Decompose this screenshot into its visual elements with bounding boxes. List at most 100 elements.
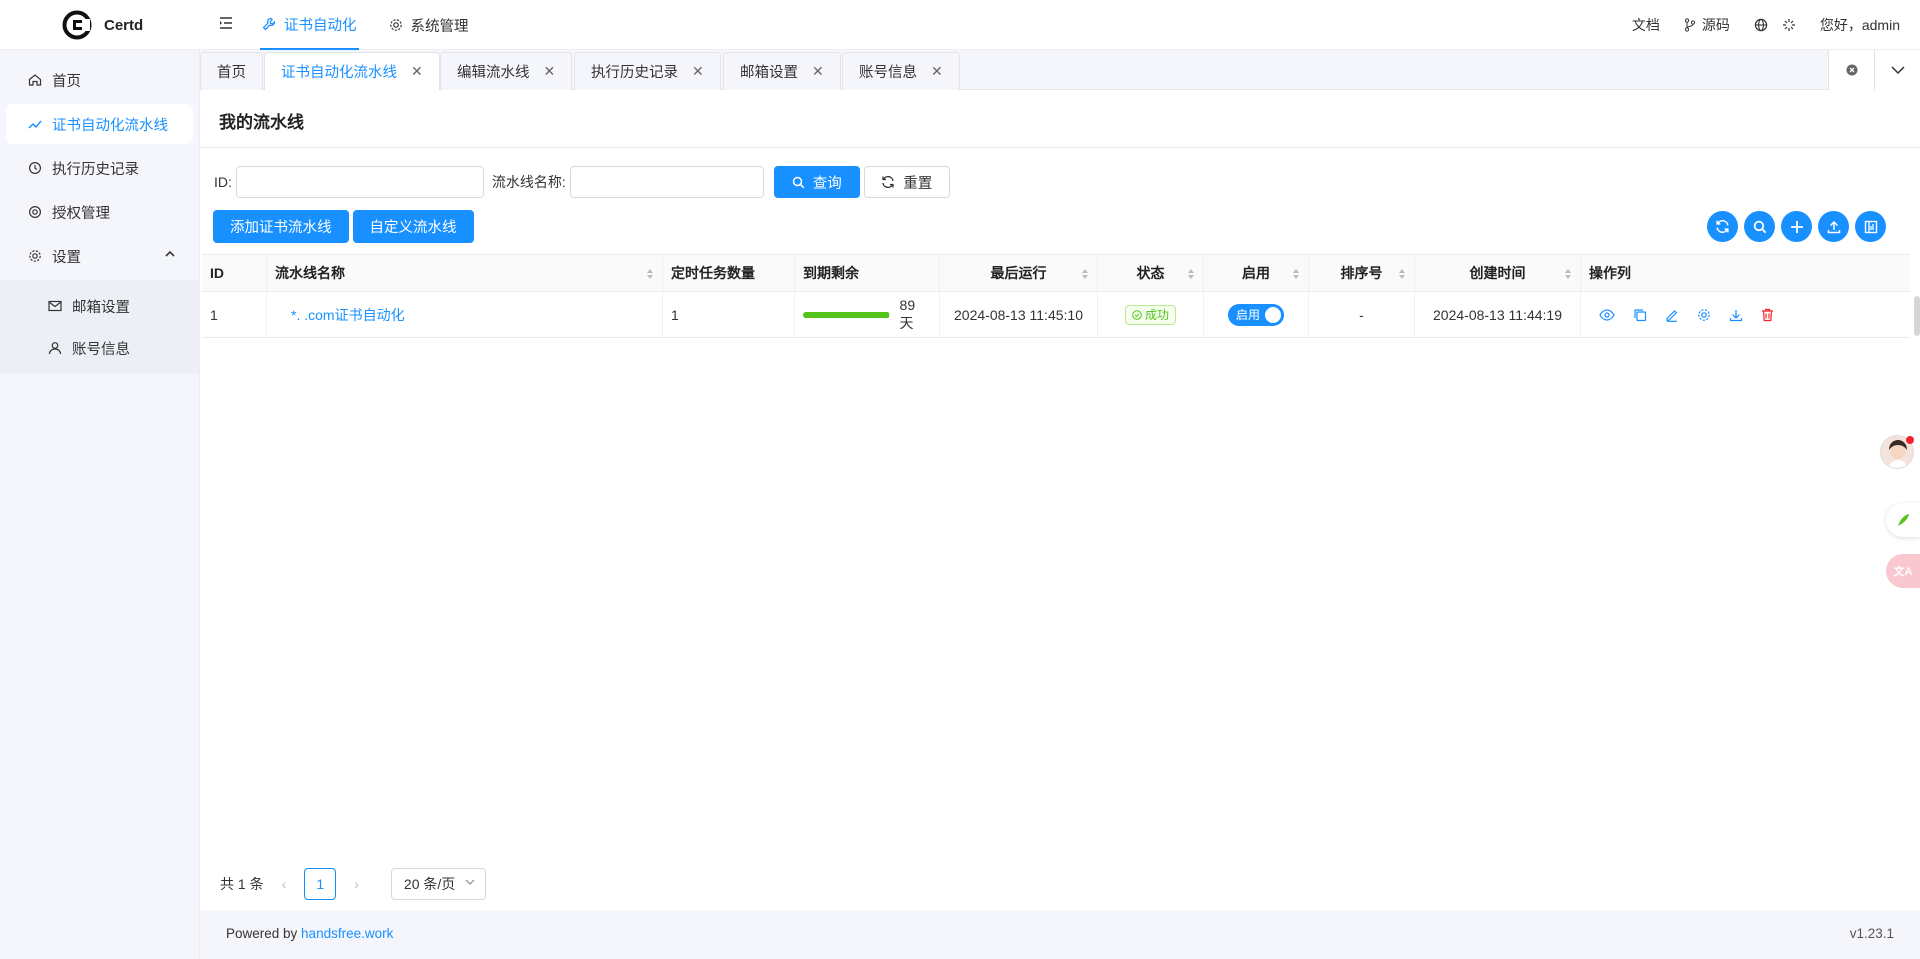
sidebar-item-settings[interactable]: 设置: [6, 236, 193, 276]
sort-icon[interactable]: [1564, 268, 1572, 280]
add-cert-pipeline-button[interactable]: 添加证书流水线: [213, 210, 349, 243]
trend-line-icon: [28, 117, 42, 131]
user-greeting[interactable]: 您好，admin: [1820, 15, 1900, 35]
nav-label: 证书自动化: [284, 17, 357, 34]
col-header-last-run[interactable]: 最后运行: [940, 255, 1098, 291]
pipeline-name-input[interactable]: [569, 166, 764, 198]
gear-icon: [389, 18, 403, 32]
sort-icon[interactable]: [1398, 268, 1406, 280]
close-icon[interactable]: ✕: [544, 63, 556, 80]
close-icon[interactable]: ✕: [931, 63, 943, 80]
enabled-toggle[interactable]: 启用: [1228, 303, 1284, 326]
reset-label: 重置: [903, 175, 933, 192]
home-icon: [28, 73, 42, 87]
sidebar-item-home[interactable]: 首页: [6, 60, 193, 100]
table-scrollbar[interactable]: [1914, 296, 1920, 336]
sort-icon[interactable]: [1081, 268, 1089, 280]
status-badge[interactable]: 成功: [1124, 304, 1176, 325]
column-settings-button[interactable]: [1855, 211, 1886, 242]
add-row-button[interactable]: [1781, 211, 1812, 242]
col-header-sort[interactable]: 排序号: [1309, 255, 1415, 291]
menu-toggle-icon[interactable]: [218, 15, 236, 33]
tab-home[interactable]: 首页: [200, 52, 263, 90]
toggle-search-button[interactable]: [1744, 211, 1775, 242]
prev-page-icon[interactable]: ‹: [282, 876, 287, 892]
check-circle-icon: [1132, 309, 1142, 320]
col-header-name[interactable]: 流水线名称: [267, 255, 663, 291]
sidebar-item-account-info[interactable]: 账号信息: [0, 328, 199, 368]
sort-icon[interactable]: [646, 268, 654, 280]
refresh-icon: [1716, 220, 1729, 233]
custom-pipeline-button[interactable]: 自定义流水线: [352, 210, 474, 243]
globe-icon[interactable]: [1754, 18, 1768, 32]
settings-gear-icon[interactable]: [1697, 308, 1711, 322]
tab-edit-pipeline[interactable]: 编辑流水线 ✕: [440, 52, 573, 90]
tabs-dropdown-button[interactable]: [1874, 50, 1920, 90]
page-number-current[interactable]: 1: [304, 868, 337, 900]
close-all-tabs-button[interactable]: [1828, 50, 1874, 90]
app-name: Certd: [104, 16, 144, 34]
handsfree-link[interactable]: handsfree.work: [301, 926, 393, 941]
view-eye-icon[interactable]: [1599, 308, 1615, 321]
close-icon[interactable]: ✕: [812, 63, 824, 80]
docs-link[interactable]: 文档: [1632, 15, 1660, 35]
footer: Powered by handsfree.work v1.23.1: [200, 910, 1920, 959]
tab-email-settings[interactable]: 邮箱设置 ✕: [723, 52, 841, 90]
pagination: 共 1 条 ‹ 1 › 20 条/页: [220, 868, 486, 900]
theme-sparkle-icon[interactable]: [1782, 18, 1796, 32]
row-actions: [1599, 308, 1792, 322]
cell-remaining: 89 天: [795, 292, 940, 337]
tab-label: 证书自动化流水线: [281, 65, 397, 81]
tab-history[interactable]: 执行历史记录 ✕: [574, 52, 721, 90]
col-header-status[interactable]: 状态: [1098, 255, 1204, 291]
cell-name: *. .com证书自动化: [267, 292, 663, 337]
cell-created: 2024-08-13 11:44:19: [1415, 292, 1581, 337]
sidebar-item-authorization[interactable]: 授权管理: [6, 192, 193, 232]
search-icon: [792, 176, 805, 189]
export-button[interactable]: [1818, 211, 1849, 242]
col-header-id[interactable]: ID: [202, 255, 267, 291]
page-title: 我的流水线: [219, 113, 304, 132]
tab-cert-pipeline[interactable]: 证书自动化流水线 ✕: [264, 52, 440, 90]
copy-icon[interactable]: [1633, 308, 1647, 322]
delete-trash-icon[interactable]: [1761, 308, 1774, 322]
cell-status: 成功: [1098, 292, 1204, 337]
col-header-label: 最后运行: [990, 265, 1047, 281]
notification-dot: [1906, 436, 1914, 444]
toggle-label: 启用: [1236, 308, 1261, 322]
sort-icon[interactable]: [1187, 268, 1195, 280]
sidebar-item-email-settings[interactable]: 邮箱设置: [0, 286, 199, 326]
translate-button[interactable]: 文A: [1886, 554, 1920, 588]
plus-icon: [1790, 220, 1803, 233]
nav-system-management[interactable]: 系统管理: [387, 0, 471, 50]
col-header-ops: 操作列: [1581, 255, 1910, 291]
download-icon[interactable]: [1729, 308, 1743, 322]
user-icon: [48, 341, 62, 355]
query-button[interactable]: 查询: [773, 166, 860, 198]
sidebar-item-cert-pipeline[interactable]: 证书自动化流水线: [6, 104, 193, 144]
source-link[interactable]: 源码: [1684, 15, 1730, 35]
app-logo[interactable]: Certd: [62, 10, 143, 40]
sidebar-item-history[interactable]: 执行历史记录: [6, 148, 193, 188]
feather-pen-button[interactable]: [1886, 503, 1920, 537]
toggle-knob: [1265, 306, 1281, 323]
translate-icon: 文A: [1893, 566, 1913, 578]
nav-cert-automation[interactable]: 证书自动化: [260, 0, 359, 50]
header-nav: 证书自动化 系统管理: [260, 0, 499, 50]
close-icon[interactable]: ✕: [411, 63, 423, 80]
col-header-enabled[interactable]: 启用: [1204, 255, 1309, 291]
sidebar-item-label: 邮箱设置: [72, 299, 130, 316]
col-header-created[interactable]: 创建时间: [1415, 255, 1581, 291]
reset-button[interactable]: 重置: [863, 166, 950, 198]
sort-icon[interactable]: [1292, 268, 1300, 280]
sidebar-item-label: 首页: [52, 73, 81, 90]
refresh-table-button[interactable]: [1707, 211, 1738, 242]
close-icon[interactable]: ✕: [692, 63, 704, 80]
tab-account-info[interactable]: 账号信息 ✕: [842, 52, 960, 90]
page-size-select[interactable]: 20 条/页: [390, 868, 486, 900]
id-input[interactable]: [235, 166, 484, 198]
edit-icon[interactable]: [1665, 308, 1679, 322]
next-page-icon[interactable]: ›: [354, 876, 359, 892]
cell-last-run: 2024-08-13 11:45:10: [940, 292, 1098, 337]
pipeline-name-link[interactable]: *. .com证书自动化: [291, 305, 405, 325]
